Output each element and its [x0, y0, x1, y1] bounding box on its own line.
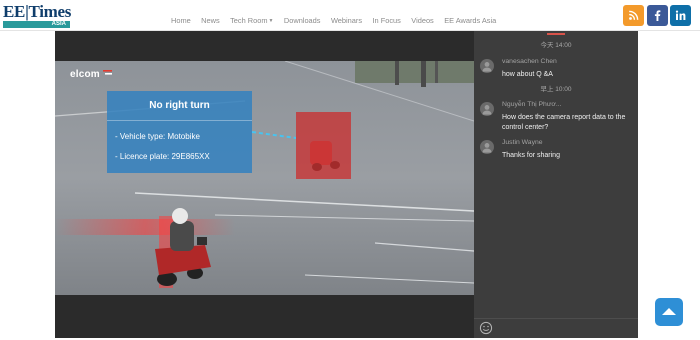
- smiley-icon: [479, 321, 493, 335]
- site-header: EE|Times ASIA Home News Tech Room▼ Downl…: [0, 0, 700, 31]
- chat-input-divider: [474, 318, 638, 319]
- video-frame[interactable]: elcom No right turn - Vehicle type: Moto…: [54, 60, 475, 295]
- nav-news[interactable]: News: [201, 15, 219, 27]
- elcom-logo-mark-icon: [103, 70, 112, 75]
- violation-info-overlay: No right turn - Vehicle type: Motobike -…: [107, 91, 252, 173]
- linkedin-icon: [675, 10, 686, 20]
- logo-wordmark: EE|Times: [3, 2, 72, 21]
- message-text: how about Q &A: [502, 71, 553, 78]
- nav-tech-room[interactable]: Tech Room▼: [230, 15, 273, 27]
- emoji-button[interactable]: [479, 321, 493, 335]
- video-player[interactable]: elcom No right turn - Vehicle type: Moto…: [54, 31, 475, 338]
- facebook-icon: [654, 10, 661, 21]
- nav-tech-room-label: Tech Room: [230, 16, 268, 25]
- nav-ee-awards-asia[interactable]: EE Awards Asia: [444, 15, 496, 27]
- user-avatar: [480, 102, 494, 116]
- chevron-up-icon: [662, 308, 676, 315]
- user-avatar-icon: [482, 105, 492, 115]
- rss-icon: [629, 10, 639, 20]
- message-text: How does the camera report data to the c…: [502, 114, 626, 131]
- vehicle-type-text: - Vehicle type: Motobike: [115, 132, 200, 141]
- ee-times-asia-logo[interactable]: EE|Times ASIA: [3, 2, 72, 28]
- user-avatar: [480, 59, 494, 73]
- chat-message: Nguyễn Thị Phươ... How does the camera r…: [480, 101, 636, 136]
- chevron-down-icon: ▼: [268, 18, 274, 24]
- live-chat-panel: 今天 14:00 vanesachen Chen how about Q &A …: [474, 31, 638, 338]
- back-to-top-button[interactable]: [655, 298, 683, 326]
- message-text: Thanks for sharing: [502, 152, 560, 159]
- chat-time-divider: 早上 10:00: [540, 86, 572, 93]
- nav-home[interactable]: Home: [171, 15, 191, 27]
- nav-videos[interactable]: Videos: [411, 15, 433, 27]
- overlay-divider: [107, 120, 252, 121]
- elcom-brand-label: elcom: [70, 69, 100, 80]
- video-control-bar[interactable]: [55, 295, 474, 338]
- message-author: vanesachen Chen: [502, 58, 557, 65]
- violation-title: No right turn: [149, 100, 210, 111]
- rss-button[interactable]: [623, 5, 644, 26]
- message-author: Nguyễn Thị Phươ...: [502, 101, 562, 108]
- user-avatar-icon: [482, 62, 492, 72]
- nav-webinars[interactable]: Webinars: [331, 15, 362, 27]
- message-author: Justin Wayne: [502, 139, 543, 146]
- linkedin-button[interactable]: [670, 5, 691, 26]
- user-avatar: [480, 140, 494, 154]
- licence-plate-text: - Licence plate: 29E865XX: [115, 152, 210, 161]
- chat-time-divider: 今天 14:00: [540, 42, 572, 49]
- nav-in-focus[interactable]: In Focus: [372, 15, 400, 27]
- chat-accent-bar: [547, 33, 565, 35]
- user-avatar-icon: [482, 143, 492, 153]
- facebook-button[interactable]: [647, 5, 668, 26]
- main-navigation: Home News Tech Room▼ Downloads Webinars …: [171, 10, 502, 25]
- detected-vehicle-highlight: [296, 112, 351, 179]
- nav-downloads[interactable]: Downloads: [284, 15, 321, 27]
- chat-message: vanesachen Chen how about Q &A: [480, 58, 636, 83]
- chat-message: Justin Wayne Thanks for sharing: [480, 139, 636, 164]
- logo-region-label: ASIA: [3, 21, 70, 28]
